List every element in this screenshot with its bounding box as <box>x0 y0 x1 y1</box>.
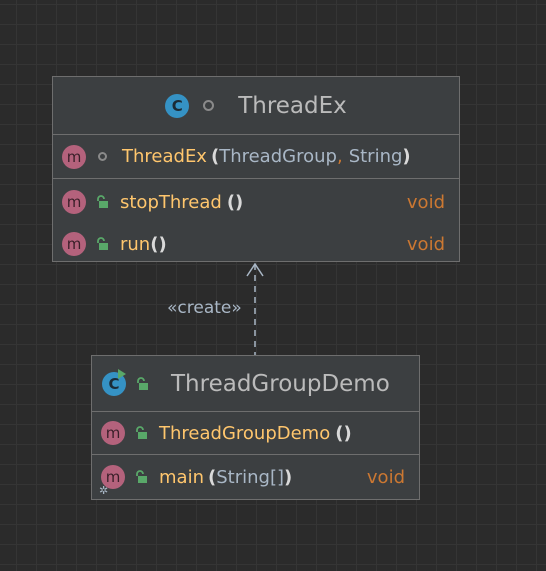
package-visibility-icon <box>203 100 215 111</box>
method-icon: m <box>62 144 86 169</box>
open-paren: ( <box>210 146 220 167</box>
close-paren: ) <box>402 146 411 167</box>
param-type: ThreadGroup <box>219 146 337 167</box>
public-lock-icon <box>97 195 108 208</box>
close-paren: ) <box>283 466 293 488</box>
methods-section: m stopThread () void m run () void <box>53 179 459 265</box>
public-lock-icon <box>136 470 147 483</box>
return-type: void <box>406 233 445 255</box>
constructor-row[interactable]: m ThreadEx ( ThreadGroup , String ) <box>53 135 459 178</box>
method-row-main[interactable]: m ✲ main ( String[] ) void <box>92 455 419 499</box>
open-paren: ( <box>207 466 217 488</box>
class-name: ThreadGroupDemo <box>171 370 390 397</box>
methods-section: m ✲ main ( String[] ) void <box>92 455 419 499</box>
class-box-threadgroupdemo[interactable]: C ThreadGroupDemo m ThreadGroupDemo () m… <box>91 355 420 500</box>
constructors-section: m ThreadEx ( ThreadGroup , String ) <box>53 135 459 179</box>
method-row-stopthread[interactable]: m stopThread () void <box>53 181 459 223</box>
class-box-threadex[interactable]: C ThreadEx m ThreadEx ( ThreadGroup , St… <box>52 76 460 262</box>
method-parens: () <box>150 233 167 255</box>
return-type: void <box>406 191 445 213</box>
constructor-row[interactable]: m ThreadGroupDemo () <box>92 412 419 454</box>
public-lock-icon <box>97 237 108 250</box>
method-icon: m <box>62 232 86 256</box>
class-header-threadex[interactable]: C ThreadEx <box>53 77 459 135</box>
static-modifier-icon: ✲ <box>99 484 109 497</box>
method-parens: () <box>226 191 244 213</box>
param-type: String <box>348 146 403 167</box>
class-icon: C <box>165 93 190 118</box>
constructor-name: ThreadEx <box>122 146 207 167</box>
create-relation-label: «create» <box>167 298 242 318</box>
package-visibility-icon <box>98 152 107 161</box>
param-type: String[] <box>216 466 284 488</box>
constructor-parens: () <box>335 422 352 444</box>
param-separator: , <box>336 146 343 167</box>
public-lock-icon <box>136 426 147 439</box>
method-name: main <box>159 466 204 488</box>
constructor-name: ThreadGroupDemo <box>159 422 331 444</box>
class-name: ThreadEx <box>238 92 347 119</box>
public-lock-icon <box>137 376 148 390</box>
method-name: run <box>120 233 151 255</box>
constructors-section: m ThreadGroupDemo () <box>92 412 419 455</box>
method-name: stopThread <box>120 191 222 213</box>
return-type: void <box>366 466 405 488</box>
method-row-run[interactable]: m run () void <box>53 223 459 265</box>
method-icon: m <box>62 190 86 214</box>
method-icon: m <box>101 421 125 445</box>
run-marker-icon <box>118 369 126 379</box>
class-header-threadgroupdemo[interactable]: C ThreadGroupDemo <box>92 356 419 412</box>
